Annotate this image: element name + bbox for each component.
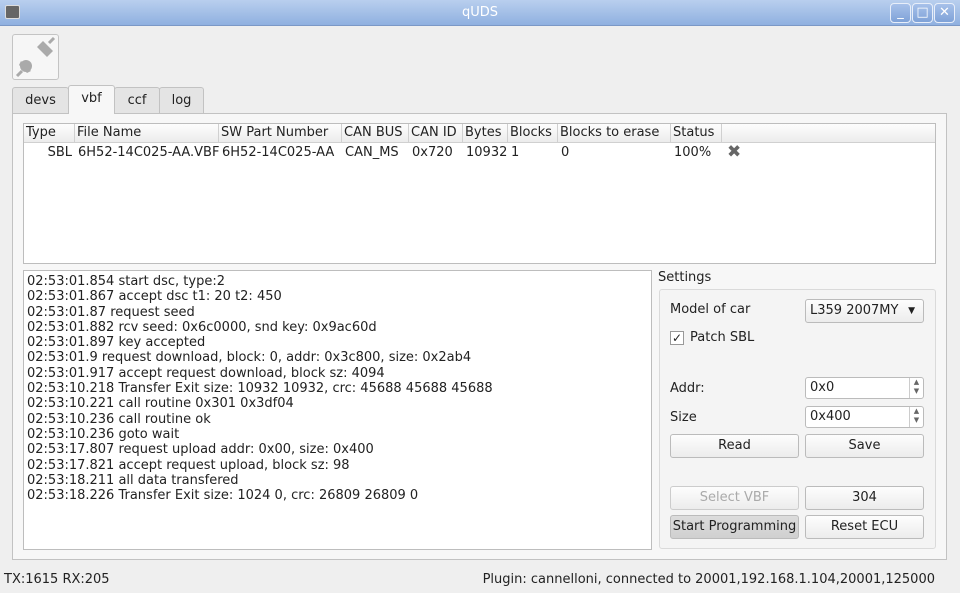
log-line: 02:53:10.221 call routine 0x301 0x3df04 <box>27 396 294 412</box>
addr-spinbox[interactable]: 0x0 ▲ ▼ <box>805 377 924 399</box>
column-header[interactable]: File Name <box>75 124 219 143</box>
spin-arrows-icon[interactable]: ▲ ▼ <box>909 407 923 427</box>
column-header[interactable]: Blocks <box>508 124 558 143</box>
cell-can-id: 0x720 <box>412 145 453 160</box>
log-line: 02:53:01.867 accept dsc t1: 20 t2: 450 <box>27 289 282 305</box>
cell-blocks: 1 <box>511 145 520 160</box>
tab-devs[interactable]: devs <box>12 87 69 113</box>
log-line: 02:53:17.821 accept request upload, bloc… <box>27 457 350 473</box>
log-line: 02:53:10.236 call routine ok <box>27 411 211 427</box>
column-header[interactable]: Status <box>671 124 722 143</box>
patch-sbl-checkbox[interactable]: ✓ <box>670 331 684 345</box>
addr-value: 0x0 <box>810 380 835 395</box>
column-header[interactable]: CAN BUS <box>342 124 409 143</box>
chevron-down-icon: ▼ <box>908 306 915 316</box>
plugin-status: Plugin: cannelloni, connected to 20001,1… <box>482 572 935 587</box>
tab-vbf[interactable]: vbf <box>68 85 115 114</box>
log-line: 02:53:01.897 key accepted <box>27 335 206 351</box>
column-header[interactable]: Type <box>24 124 75 143</box>
cell-blocks-to-erase: 0 <box>561 145 570 160</box>
log-line: 02:53:17.807 request upload addr: 0x00, … <box>27 442 374 458</box>
vbf-table[interactable]: Type File Name SW Part Number CAN BUS CA… <box>23 123 936 264</box>
size-label: Size <box>670 410 697 425</box>
tab-log[interactable]: log <box>159 87 204 113</box>
settings-title: Settings <box>658 270 712 285</box>
column-header[interactable]: CAN ID <box>409 124 463 143</box>
column-header[interactable]: SW Part Number <box>219 124 342 143</box>
plug-icon <box>15 36 56 78</box>
column-header[interactable]: Blocks to erase <box>558 124 671 143</box>
log-line: 02:53:18.226 Transfer Exit size: 1024 0,… <box>27 488 419 504</box>
connect-button[interactable] <box>12 34 59 80</box>
cell-bytes: 10932 <box>466 145 508 160</box>
log-line: 02:53:10.236 goto wait <box>27 426 180 442</box>
log-line: 02:53:01.854 start dsc, type:2 <box>27 274 226 289</box>
log-output[interactable]: 02:53:01.854 start dsc, type:2 02:53:01.8… <box>23 270 652 550</box>
save-button[interactable]: Save <box>805 434 924 458</box>
close-button[interactable]: ✕ <box>934 3 955 23</box>
column-header-empty <box>722 124 935 143</box>
patch-sbl-label: Patch SBL <box>690 330 755 345</box>
cell-status: 100% <box>674 145 712 160</box>
spin-arrows-icon[interactable]: ▲ ▼ <box>909 378 923 398</box>
log-line: 02:53:10.218 Transfer Exit size: 10932 1… <box>27 381 493 397</box>
start-programming-button[interactable]: Start Programming <box>670 515 799 539</box>
addr-label: Addr: <box>670 381 705 396</box>
log-line: 02:53:01.917 accept request download, bl… <box>27 365 385 381</box>
log-line: 02:53:18.211 all data transfered <box>27 472 239 488</box>
window-title: qUDS <box>461 5 499 20</box>
log-line: 02:53:01.882 rcv seed: 0x6c0000, snd key… <box>27 319 377 335</box>
tx-rx-status: TX:1615 RX:205 <box>4 572 110 587</box>
cell-sw-part: 6H52-14C025-AA <box>222 145 335 160</box>
log-line: 02:53:01.9 request download, block: 0, a… <box>27 350 472 366</box>
minimize-button[interactable]: _ <box>890 3 911 23</box>
cell-can-bus: CAN_MS <box>345 145 399 160</box>
maximize-button[interactable]: □ <box>912 3 933 23</box>
model-value: L359 2007MY <box>810 303 899 318</box>
column-header[interactable]: Bytes <box>463 124 508 143</box>
size-spinbox[interactable]: 0x400 ▲ ▼ <box>805 406 924 428</box>
reset-ecu-button[interactable]: Reset ECU <box>805 515 924 539</box>
cell-file-name: 6H52-14C025-AA.VBF <box>78 145 220 160</box>
model-label: Model of car <box>670 302 751 317</box>
size-value: 0x400 <box>810 409 851 424</box>
log-line: 02:53:01.87 request seed <box>27 304 195 320</box>
remove-icon[interactable]: ✖ <box>724 143 741 161</box>
tab-ccf[interactable]: ccf <box>114 87 160 113</box>
cell-type: SBL <box>47 145 72 160</box>
model-select[interactable]: L359 2007MY ▼ <box>805 299 924 323</box>
counter-button[interactable]: 304 <box>805 486 924 510</box>
select-vbf-button[interactable]: Select VBF <box>670 486 799 510</box>
read-button[interactable]: Read <box>670 434 799 458</box>
